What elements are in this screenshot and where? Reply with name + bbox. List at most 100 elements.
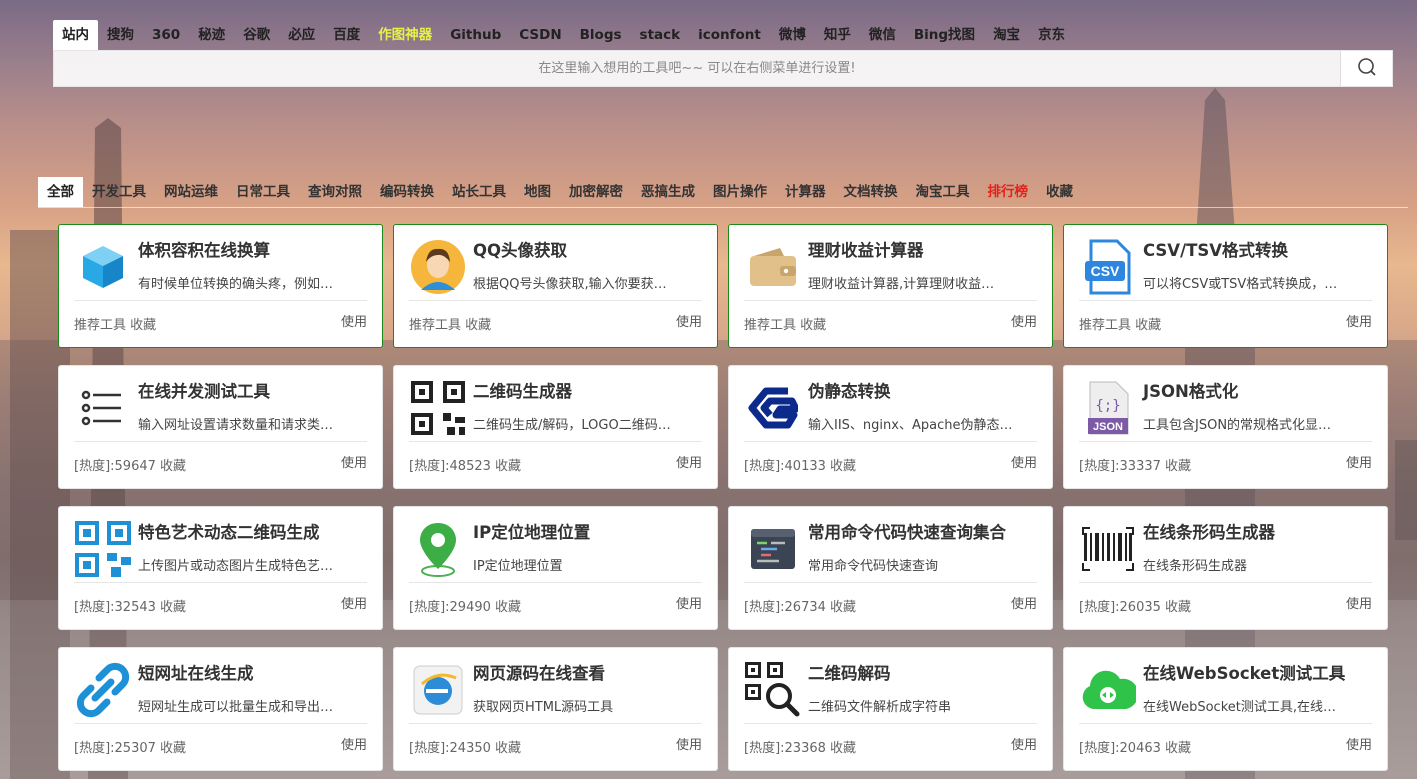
- engine-tab-13[interactable]: 微博: [770, 20, 815, 50]
- tool-card[interactable]: 特色艺术动态二维码生成 上传图片或动态图片生成特色艺… [热度]:32543 收藏 使…: [58, 506, 383, 630]
- engine-tab-4[interactable]: 谷歌: [234, 20, 279, 50]
- tool-card-title[interactable]: JSON格式化: [1143, 378, 1238, 402]
- engine-tab-12[interactable]: iconfont: [689, 20, 770, 50]
- search-button[interactable]: [1340, 51, 1392, 86]
- tool-card[interactable]: QQ头像获取 根据QQ号头像获取,输入你要获… 推荐工具 收藏 使用: [393, 224, 718, 348]
- tool-card[interactable]: {;} JSON JSON格式化 工具包含JSON的常规格式化显… [热度]:33337…: [1063, 365, 1388, 489]
- category-tab-1[interactable]: 开发工具: [83, 177, 155, 207]
- engine-tab-6[interactable]: 百度: [324, 20, 369, 50]
- category-tab-9[interactable]: 恶搞生成: [632, 177, 704, 207]
- use-button[interactable]: 使用: [1011, 311, 1037, 330]
- tool-card-title[interactable]: 在线WebSocket测试工具: [1143, 660, 1345, 684]
- tool-card[interactable]: 在线WebSocket测试工具 在线WebSocket测试工具,在线… [热度]:2…: [1063, 647, 1388, 771]
- category-tab-2[interactable]: 网站运维: [155, 177, 227, 207]
- engine-tab-18[interactable]: 京东: [1029, 20, 1074, 50]
- tool-card-title[interactable]: 网页源码在线查看: [473, 660, 605, 684]
- engine-tab-2[interactable]: 360: [143, 20, 189, 50]
- engine-tab-14[interactable]: 知乎: [815, 20, 860, 50]
- tool-card-title[interactable]: 在线并发测试工具: [138, 378, 270, 402]
- tool-card-title[interactable]: IP定位地理位置: [473, 519, 590, 543]
- divider: [1079, 582, 1372, 583]
- tool-card[interactable]: 在线并发测试工具 输入网址设置请求数量和请求类… [热度]:59647 收藏 使用: [58, 365, 383, 489]
- use-button[interactable]: 使用: [676, 734, 702, 753]
- tool-card[interactable]: 网页源码在线查看 获取网页HTML源码工具 [热度]:24350 收藏 使用: [393, 647, 718, 771]
- tool-card-title[interactable]: 特色艺术动态二维码生成: [138, 519, 320, 543]
- use-button[interactable]: 使用: [1346, 311, 1372, 330]
- category-tab-0[interactable]: 全部: [38, 177, 83, 207]
- tool-card[interactable]: 二维码解码 二维码文件解析成字符串 [热度]:23368 收藏 使用: [728, 647, 1053, 771]
- tool-card-title[interactable]: 伪静态转换: [808, 378, 891, 402]
- use-button[interactable]: 使用: [1346, 593, 1372, 612]
- use-button[interactable]: 使用: [676, 311, 702, 330]
- category-tab-4[interactable]: 查询对照: [299, 177, 371, 207]
- engine-tab-16[interactable]: Bing找图: [905, 20, 984, 50]
- category-tab-10[interactable]: 图片操作: [704, 177, 776, 207]
- search-input[interactable]: [54, 51, 1340, 86]
- engine-tab-17[interactable]: 淘宝: [984, 20, 1029, 50]
- divider: [744, 582, 1037, 583]
- engine-tab-7[interactable]: 作图神器: [369, 20, 441, 50]
- category-tab-12[interactable]: 文档转换: [835, 177, 907, 207]
- tool-card[interactable]: IP定位地理位置 IP定位地理位置 [热度]:29490 收藏 使用: [393, 506, 718, 630]
- engine-tab-3[interactable]: 秘迹: [189, 20, 234, 50]
- category-tab-11[interactable]: 计算器: [776, 177, 835, 207]
- tool-card-title[interactable]: 二维码解码: [808, 660, 891, 684]
- tool-card-description: 短网址生成可以批量生成和导出…: [138, 700, 334, 715]
- use-button[interactable]: 使用: [1346, 452, 1372, 471]
- category-tab-7[interactable]: 地图: [515, 177, 560, 207]
- use-button[interactable]: 使用: [1011, 734, 1037, 753]
- category-tab-13[interactable]: 淘宝工具: [907, 177, 979, 207]
- tool-card[interactable]: 常用命令代码快速查询集合 常用命令代码快速查询 [热度]:26734 收藏 使用: [728, 506, 1053, 630]
- category-tabs: 全部 开发工具 网站运维 日常工具 查询对照 编码转换 站长工具 地图 加密解密 恶搞生成 图片操作…: [38, 177, 1408, 208]
- tool-card-title[interactable]: 理财收益计算器: [808, 237, 924, 261]
- engine-tab-1[interactable]: 搜狗: [98, 20, 143, 50]
- use-button[interactable]: 使用: [676, 452, 702, 471]
- tool-card-description: 可以将CSV或TSV格式转换成，…: [1143, 277, 1338, 292]
- divider: [744, 441, 1037, 442]
- engine-tab-5[interactable]: 必应: [279, 20, 324, 50]
- use-button[interactable]: 使用: [341, 311, 367, 330]
- category-tab-8[interactable]: 加密解密: [560, 177, 632, 207]
- tool-card-title[interactable]: QQ头像获取: [473, 237, 567, 261]
- use-button[interactable]: 使用: [341, 734, 367, 753]
- tool-card[interactable]: 理财收益计算器 理财收益计算器,计算理财收益… 推荐工具 收藏 使用: [728, 224, 1053, 348]
- engine-tab-0[interactable]: 站内: [53, 20, 98, 50]
- tool-card-title[interactable]: 常用命令代码快速查询集合: [808, 519, 1006, 543]
- code-editor-icon: [745, 521, 801, 577]
- engine-tab-10[interactable]: Blogs: [571, 20, 631, 50]
- tool-card-title[interactable]: 短网址在线生成: [138, 660, 254, 684]
- tool-card-title[interactable]: CSV/TSV格式转换: [1143, 237, 1288, 261]
- engine-tab-11[interactable]: stack: [631, 20, 690, 50]
- use-button[interactable]: 使用: [1011, 593, 1037, 612]
- qrcode-search-icon: [745, 662, 801, 718]
- use-button[interactable]: 使用: [1011, 452, 1037, 471]
- category-tab-3[interactable]: 日常工具: [227, 177, 299, 207]
- tool-card-title[interactable]: 二维码生成器: [473, 378, 572, 402]
- tool-card[interactable]: 伪静态转换 输入IIS、nginx、Apache伪静态… [热度]:40133 收藏…: [728, 365, 1053, 489]
- tool-card[interactable]: 短网址在线生成 短网址生成可以批量生成和导出… [热度]:25307 收藏 使用: [58, 647, 383, 771]
- link-icon: [75, 662, 131, 718]
- category-tab-6[interactable]: 站长工具: [443, 177, 515, 207]
- use-button[interactable]: 使用: [676, 593, 702, 612]
- engine-tab-8[interactable]: Github: [441, 20, 510, 50]
- tool-card-meta: [热度]:40133 收藏: [744, 459, 857, 474]
- tool-card-description: 二维码文件解析成字符串: [808, 700, 952, 715]
- category-tab-14[interactable]: 排行榜: [979, 177, 1038, 207]
- tool-card-title[interactable]: 在线条形码生成器: [1143, 519, 1275, 543]
- engine-tab-9[interactable]: CSDN: [510, 20, 570, 50]
- tool-card[interactable]: 在线条形码生成器 在线条形码生成器 [热度]:26035 收藏 使用: [1063, 506, 1388, 630]
- tool-card-title[interactable]: 体积容积在线换算: [138, 237, 270, 261]
- category-tab-15[interactable]: 收藏: [1037, 177, 1082, 207]
- tool-card[interactable]: 体积容积在线换算 有时候单位转换的确头疼，例如… 推荐工具 收藏 使用: [58, 224, 383, 348]
- tool-card-meta: 推荐工具 收藏: [74, 318, 157, 333]
- engine-tab-15[interactable]: 微信: [860, 20, 905, 50]
- tool-card[interactable]: CSV CSV/TSV格式转换 可以将CSV或TSV格式转换成，… 推荐工具 收藏 使用: [1063, 224, 1388, 348]
- wallet-icon: [745, 239, 801, 295]
- tool-card[interactable]: 二维码生成器 二维码生成/解码，LOGO二维码… [热度]:48523 收藏 使用: [393, 365, 718, 489]
- tool-card-description: 工具包含JSON的常规格式化显…: [1143, 418, 1332, 433]
- divider: [409, 441, 702, 442]
- use-button[interactable]: 使用: [341, 593, 367, 612]
- category-tab-5[interactable]: 编码转换: [371, 177, 443, 207]
- use-button[interactable]: 使用: [341, 452, 367, 471]
- use-button[interactable]: 使用: [1346, 734, 1372, 753]
